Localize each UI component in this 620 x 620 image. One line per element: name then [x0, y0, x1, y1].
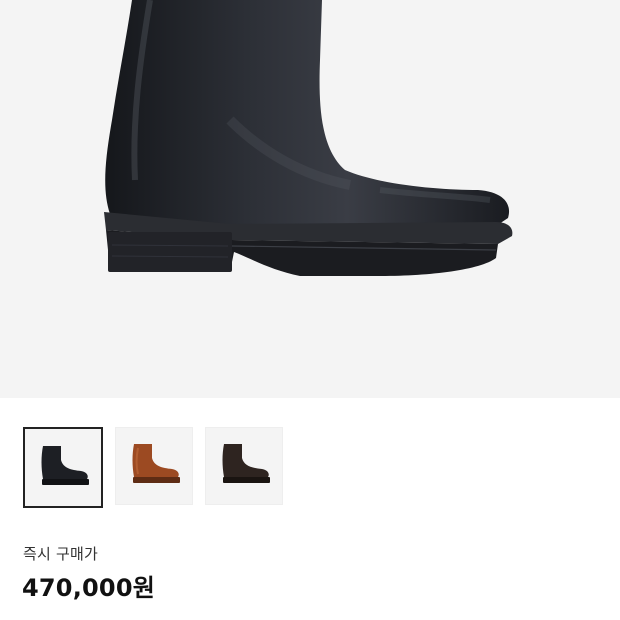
- thumbnail-brown[interactable]: [115, 427, 193, 505]
- price-label: 즉시 구매가: [23, 545, 98, 563]
- thumbnail-list: [23, 427, 283, 508]
- thumbnail-black[interactable]: [23, 427, 103, 508]
- price-value: 470,000원: [22, 574, 155, 602]
- brown-boot-thumbnail: [132, 444, 180, 483]
- thumbnail-dark-brown[interactable]: [205, 427, 283, 505]
- product-image: [0, 0, 620, 398]
- dark-brown-boot-thumbnail: [222, 444, 270, 483]
- black-boot-thumbnail: [41, 445, 89, 485]
